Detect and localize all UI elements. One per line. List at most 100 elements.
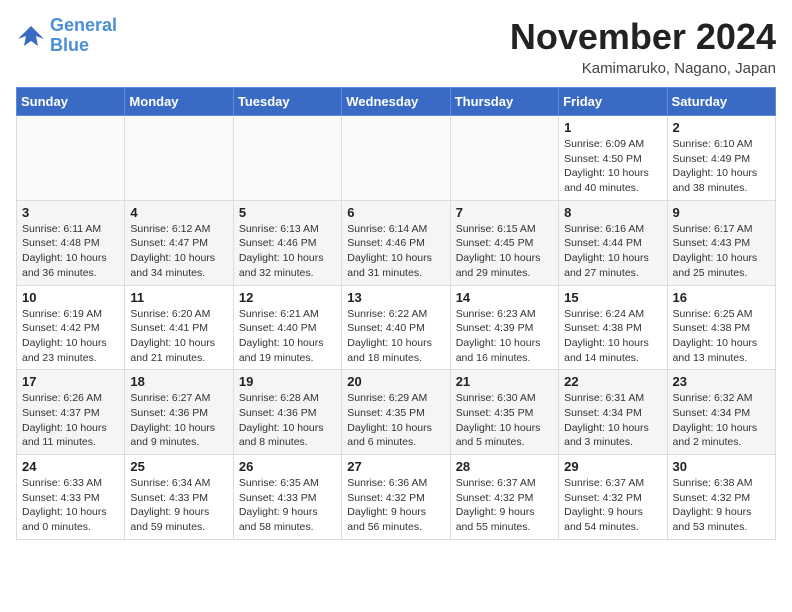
calendar-cell [450, 116, 558, 201]
weekday-header-monday: Monday [125, 88, 233, 116]
day-detail: Sunrise: 6:12 AM Sunset: 4:47 PM Dayligh… [130, 222, 227, 281]
header: General Blue November 2024 Kamimaruko, N… [16, 16, 776, 77]
calendar-cell: 13Sunrise: 6:22 AM Sunset: 4:40 PM Dayli… [342, 285, 450, 370]
calendar-cell: 16 Sunrise: 6:25 AM Sunset: 4:38 PM Dayli… [667, 285, 775, 370]
day-number: 30 [673, 459, 770, 474]
calendar-cell: 10 Sunrise: 6:19 AM Sunset: 4:42 PM Dayli… [17, 285, 125, 370]
calendar-cell: 6 Sunrise: 6:14 AM Sunset: 4:46 PM Daylig… [342, 200, 450, 285]
calendar-cell [233, 116, 341, 201]
day-number: 12 [239, 290, 336, 305]
title-area: November 2024 Kamimaruko, Nagano, Japan [510, 16, 776, 77]
calendar-cell: 21Sunrise: 6:30 AM Sunset: 4:35 PM Dayli… [450, 370, 558, 455]
calendar-cell: 24 Sunrise: 6:33 AM Sunset: 4:33 PM Dayli… [17, 455, 125, 540]
week-row-3: 10 Sunrise: 6:19 AM Sunset: 4:42 PM Dayli… [17, 285, 776, 370]
day-number: 15 [564, 290, 661, 305]
calendar-cell: 15 Sunrise: 6:24 AM Sunset: 4:38 PM Dayli… [559, 285, 667, 370]
day-number: 28 [456, 459, 553, 474]
day-number: 23 [673, 374, 770, 389]
day-detail: Sunrise: 6:24 AM Sunset: 4:38 PM Dayligh… [564, 307, 661, 366]
week-row-4: 17 Sunrise: 6:26 AM Sunset: 4:37 PM Dayli… [17, 370, 776, 455]
day-number: 21 [456, 374, 553, 389]
week-row-1: 1Sunrise: 6:09 AM Sunset: 4:50 PM Daylig… [17, 116, 776, 201]
day-detail: Sunrise: 6:26 AM Sunset: 4:37 PM Dayligh… [22, 391, 119, 450]
weekday-header-friday: Friday [559, 88, 667, 116]
day-detail: Sunrise: 6:29 AM Sunset: 4:35 PM Dayligh… [347, 391, 444, 450]
day-detail: Sunrise: 6:36 AM Sunset: 4:32 PM Dayligh… [347, 476, 444, 535]
week-row-2: 3Sunrise: 6:11 AM Sunset: 4:48 PM Daylig… [17, 200, 776, 285]
calendar-cell: 7Sunrise: 6:15 AM Sunset: 4:45 PM Daylig… [450, 200, 558, 285]
calendar-cell: 22Sunrise: 6:31 AM Sunset: 4:34 PM Dayli… [559, 370, 667, 455]
calendar-cell [125, 116, 233, 201]
weekday-header-row: SundayMondayTuesdayWednesdayThursdayFrid… [17, 88, 776, 116]
logo-icon [16, 21, 46, 51]
logo-text: General Blue [50, 16, 117, 56]
day-detail: Sunrise: 6:27 AM Sunset: 4:36 PM Dayligh… [130, 391, 227, 450]
day-detail: Sunrise: 6:19 AM Sunset: 4:42 PM Dayligh… [22, 307, 119, 366]
day-number: 25 [130, 459, 227, 474]
day-number: 11 [130, 290, 227, 305]
location: Kamimaruko, Nagano, Japan [510, 60, 776, 77]
day-number: 19 [239, 374, 336, 389]
calendar-cell: 12Sunrise: 6:21 AM Sunset: 4:40 PM Dayli… [233, 285, 341, 370]
day-number: 7 [456, 205, 553, 220]
calendar-cell: 1Sunrise: 6:09 AM Sunset: 4:50 PM Daylig… [559, 116, 667, 201]
day-number: 3 [22, 205, 119, 220]
day-number: 26 [239, 459, 336, 474]
calendar-cell: 14 Sunrise: 6:23 AM Sunset: 4:39 PM Dayli… [450, 285, 558, 370]
day-detail: Sunrise: 6:17 AM Sunset: 4:43 PM Dayligh… [673, 222, 770, 281]
calendar-cell: 5 Sunrise: 6:13 AM Sunset: 4:46 PM Daylig… [233, 200, 341, 285]
week-row-5: 24 Sunrise: 6:33 AM Sunset: 4:33 PM Dayli… [17, 455, 776, 540]
day-detail: Sunrise: 6:31 AM Sunset: 4:34 PM Dayligh… [564, 391, 661, 450]
calendar-cell: 8 Sunrise: 6:16 AM Sunset: 4:44 PM Daylig… [559, 200, 667, 285]
day-number: 5 [239, 205, 336, 220]
month-title: November 2024 [510, 16, 776, 58]
weekday-header-wednesday: Wednesday [342, 88, 450, 116]
calendar-cell: 27 Sunrise: 6:36 AM Sunset: 4:32 PM Dayli… [342, 455, 450, 540]
day-number: 9 [673, 205, 770, 220]
calendar-cell [342, 116, 450, 201]
day-detail: Sunrise: 6:25 AM Sunset: 4:38 PM Dayligh… [673, 307, 770, 366]
calendar-cell: 28Sunrise: 6:37 AM Sunset: 4:32 PM Dayli… [450, 455, 558, 540]
calendar-cell: 25 Sunrise: 6:34 AM Sunset: 4:33 PM Dayli… [125, 455, 233, 540]
weekday-header-sunday: Sunday [17, 88, 125, 116]
day-detail: Sunrise: 6:38 AM Sunset: 4:32 PM Dayligh… [673, 476, 770, 535]
day-number: 20 [347, 374, 444, 389]
calendar-cell [17, 116, 125, 201]
day-number: 6 [347, 205, 444, 220]
day-number: 14 [456, 290, 553, 305]
day-detail: Sunrise: 6:13 AM Sunset: 4:46 PM Dayligh… [239, 222, 336, 281]
logo-line1: General [50, 15, 117, 35]
calendar-cell: 2Sunrise: 6:10 AM Sunset: 4:49 PM Daylig… [667, 116, 775, 201]
day-detail: Sunrise: 6:23 AM Sunset: 4:39 PM Dayligh… [456, 307, 553, 366]
weekday-header-tuesday: Tuesday [233, 88, 341, 116]
day-number: 16 [673, 290, 770, 305]
day-detail: Sunrise: 6:28 AM Sunset: 4:36 PM Dayligh… [239, 391, 336, 450]
day-detail: Sunrise: 6:33 AM Sunset: 4:33 PM Dayligh… [22, 476, 119, 535]
day-number: 8 [564, 205, 661, 220]
day-detail: Sunrise: 6:16 AM Sunset: 4:44 PM Dayligh… [564, 222, 661, 281]
day-detail: Sunrise: 6:34 AM Sunset: 4:33 PM Dayligh… [130, 476, 227, 535]
calendar-cell: 17 Sunrise: 6:26 AM Sunset: 4:37 PM Dayli… [17, 370, 125, 455]
day-detail: Sunrise: 6:35 AM Sunset: 4:33 PM Dayligh… [239, 476, 336, 535]
logo: General Blue [16, 16, 117, 56]
day-number: 17 [22, 374, 119, 389]
calendar: SundayMondayTuesdayWednesdayThursdayFrid… [16, 87, 776, 540]
calendar-cell: 9 Sunrise: 6:17 AM Sunset: 4:43 PM Daylig… [667, 200, 775, 285]
day-number: 1 [564, 120, 661, 135]
day-number: 10 [22, 290, 119, 305]
day-detail: Sunrise: 6:37 AM Sunset: 4:32 PM Dayligh… [564, 476, 661, 535]
calendar-cell: 4 Sunrise: 6:12 AM Sunset: 4:47 PM Daylig… [125, 200, 233, 285]
day-detail: Sunrise: 6:10 AM Sunset: 4:49 PM Dayligh… [673, 137, 770, 196]
calendar-cell: 3Sunrise: 6:11 AM Sunset: 4:48 PM Daylig… [17, 200, 125, 285]
calendar-cell: 18Sunrise: 6:27 AM Sunset: 4:36 PM Dayli… [125, 370, 233, 455]
day-number: 29 [564, 459, 661, 474]
day-number: 27 [347, 459, 444, 474]
calendar-cell: 20 Sunrise: 6:29 AM Sunset: 4:35 PM Dayli… [342, 370, 450, 455]
day-number: 24 [22, 459, 119, 474]
day-number: 4 [130, 205, 227, 220]
calendar-cell: 11 Sunrise: 6:20 AM Sunset: 4:41 PM Dayli… [125, 285, 233, 370]
day-detail: Sunrise: 6:22 AM Sunset: 4:40 PM Dayligh… [347, 307, 444, 366]
day-detail: Sunrise: 6:20 AM Sunset: 4:41 PM Dayligh… [130, 307, 227, 366]
day-detail: Sunrise: 6:32 AM Sunset: 4:34 PM Dayligh… [673, 391, 770, 450]
day-detail: Sunrise: 6:14 AM Sunset: 4:46 PM Dayligh… [347, 222, 444, 281]
